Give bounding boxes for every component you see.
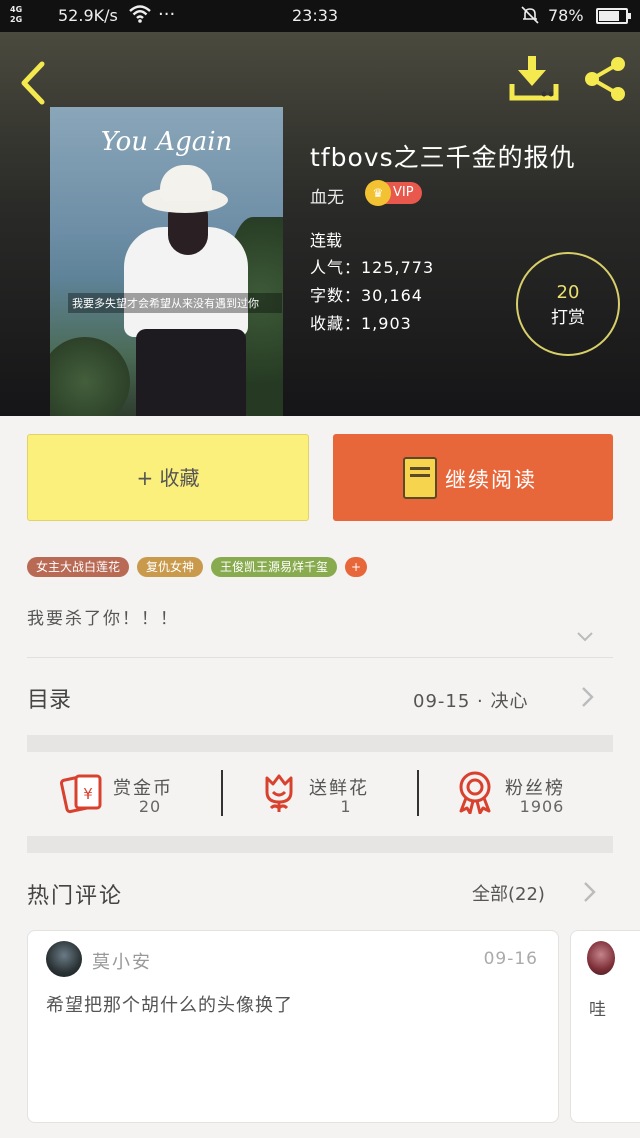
- expand-description-button[interactable]: [576, 628, 594, 646]
- medal-icon: [459, 771, 491, 814]
- comment-card[interactable]: 莫小安 09-16 希望把那个胡什么的头像换了: [27, 930, 559, 1123]
- red-envelope-icon: ¥: [60, 774, 102, 814]
- back-button[interactable]: [16, 58, 52, 108]
- comment-card[interactable]: 哇: [570, 930, 640, 1123]
- comment-text: 希望把那个胡什么的头像换了: [46, 995, 293, 1016]
- battery-icon: [596, 8, 631, 24]
- crown-icon: ♛: [365, 180, 391, 206]
- comment-text: 哇: [589, 1000, 606, 1020]
- serial-status: 连载: [310, 231, 343, 250]
- hot-comments-title: 热门评论: [27, 884, 124, 909]
- all-comments-link[interactable]: 全部(22): [472, 880, 545, 906]
- comment-username[interactable]: 莫小安: [92, 948, 152, 974]
- book-header: You Again 我要多失望才会希望从来没有遇到过你 tfbovs之三千金的报…: [0, 32, 640, 416]
- vip-badge: ♛ VIP: [365, 180, 422, 206]
- favorites-stat: 收藏：1,903: [310, 314, 412, 333]
- vertical-divider: [221, 770, 223, 816]
- book-title: tfbovs之三千金的报仇: [310, 143, 576, 172]
- cover-caption: 我要多失望才会希望从来没有遇到过你: [68, 293, 282, 313]
- svg-text:¥: ¥: [83, 785, 93, 803]
- latest-chapter: 09-15 · 决心: [413, 691, 529, 712]
- send-flowers-button[interactable]: 送鲜花 1: [225, 752, 415, 834]
- chevron-down-icon: [577, 632, 593, 642]
- fan-ranking-value: 1906: [519, 797, 565, 816]
- chevron-right-icon[interactable]: [582, 881, 596, 903]
- wifi-icon: [128, 4, 152, 28]
- share-button[interactable]: [580, 54, 630, 104]
- tag-item[interactable]: 女主大战白莲花: [27, 557, 130, 577]
- battery-fill: [599, 11, 620, 21]
- book-icon: [403, 457, 437, 499]
- more-dots-icon: ···: [158, 4, 176, 25]
- cover-figure-skirt: [136, 329, 246, 416]
- more-tags-button[interactable]: +: [345, 557, 368, 577]
- section-separator: [27, 836, 613, 853]
- comment-date: 09-16: [483, 949, 538, 969]
- add-favorite-button[interactable]: + 收藏: [27, 434, 309, 521]
- battery-percent: 78%: [548, 6, 584, 25]
- chevron-left-icon: [21, 61, 45, 105]
- catalog-title: 目录: [27, 688, 72, 713]
- tip-label: 打赏: [551, 308, 585, 328]
- tag-item[interactable]: 王俊凯王源易烊千玺: [211, 557, 338, 577]
- flower-icon: [265, 774, 293, 812]
- chevron-right-icon: [582, 687, 594, 707]
- clock: 23:33: [292, 6, 339, 25]
- status-bar: 4G 2G 52.9K/s ··· 23:33 78%: [0, 0, 640, 32]
- signal-indicator: 4G 2G: [10, 5, 23, 24]
- tip-button[interactable]: 20 打赏: [516, 252, 620, 356]
- tag-item[interactable]: 复仇女神: [137, 557, 204, 577]
- reward-coins-button[interactable]: ¥ 赏金币 20: [27, 752, 217, 834]
- tip-count: 20: [556, 282, 580, 303]
- share-icon: [585, 57, 625, 101]
- cover-figure-hat-top: [160, 165, 212, 201]
- avatar[interactable]: [46, 941, 82, 977]
- fan-ranking-button[interactable]: 粉丝榜 1906: [421, 752, 613, 834]
- continue-reading-button[interactable]: 继续阅读: [333, 434, 613, 521]
- reward-coins-value: 20: [138, 797, 162, 816]
- cover-title: You Again: [100, 127, 233, 157]
- continue-reading-label: 继续阅读: [445, 468, 537, 492]
- network-speed: 52.9K/s: [58, 6, 118, 25]
- avatar[interactable]: [587, 941, 615, 975]
- download-icon: [509, 56, 559, 101]
- author-name[interactable]: 血无: [310, 183, 344, 208]
- tag-list: 女主大战白莲花 复仇女神 王俊凯王源易烊千玺 +: [27, 557, 368, 577]
- download-button[interactable]: [508, 54, 560, 102]
- book-cover: You Again 我要多失望才会希望从来没有遇到过你: [50, 107, 283, 416]
- popularity-stat: 人气：125,773: [310, 258, 435, 277]
- catalog-row[interactable]: 目录 09-15 · 决心: [0, 658, 640, 734]
- send-flowers-value: 1: [340, 797, 352, 816]
- vertical-divider: [417, 770, 419, 816]
- rewards-row: ¥ 赏金币 20 送鲜花 1 粉丝榜 1906: [27, 752, 613, 834]
- mute-bell-icon: [520, 5, 540, 29]
- book-description: 我要杀了你！！！: [27, 609, 179, 629]
- section-separator: [27, 735, 613, 752]
- cover-plant: [50, 337, 130, 416]
- word-count-stat: 字数：30,164: [310, 286, 423, 305]
